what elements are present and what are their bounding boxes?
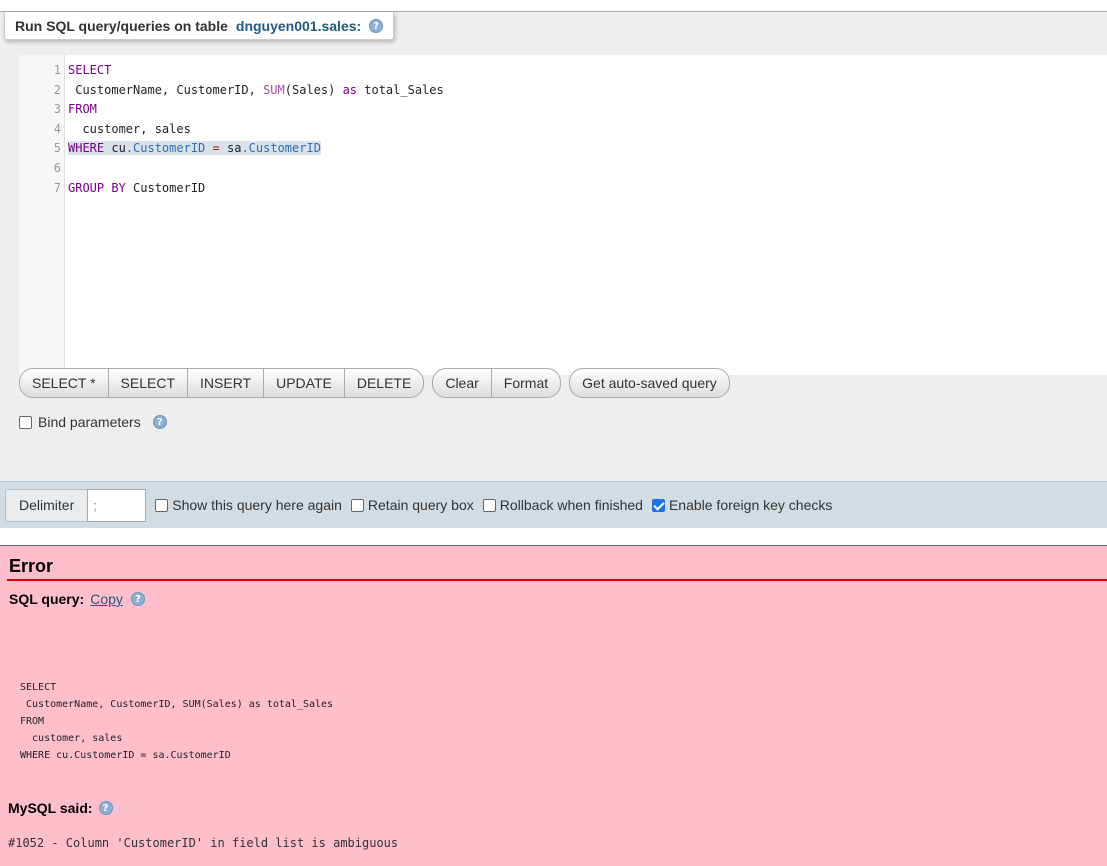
edit-button-group: Clear Format bbox=[432, 368, 562, 398]
sql-editor[interactable]: 1 2 3 4 5 6 7 SELECT CustomerName, CustomerID,… bbox=[19, 55, 1107, 375]
copy-link[interactable]: Copy bbox=[90, 591, 123, 607]
help-icon[interactable]: ? bbox=[130, 592, 145, 606]
legend-title: Run SQL query/queries on table bbox=[15, 17, 228, 34]
line-number: 5 bbox=[53, 141, 61, 156]
error-message: #1052 - Column 'CustomerID' in field lis… bbox=[8, 836, 399, 850]
code-token: WHERE bbox=[68, 141, 105, 156]
insert-button[interactable]: INSERT bbox=[188, 369, 265, 397]
foreign-key-checks-option[interactable]: Enable foreign key checks bbox=[651, 497, 833, 513]
line-number: 2 bbox=[53, 82, 61, 97]
foreign-key-checks-checkbox[interactable] bbox=[651, 498, 665, 512]
help-icon[interactable]: ? bbox=[98, 801, 113, 815]
retain-query-box-option[interactable]: Retain query box bbox=[350, 497, 474, 513]
code-token: sa bbox=[219, 141, 242, 156]
code-token: .CustomerID bbox=[241, 141, 321, 156]
line-number: 1 bbox=[53, 63, 61, 77]
query-options-bar: Delimiter Show this query here again Ret… bbox=[0, 481, 1107, 528]
select-star-button[interactable]: SELECT * bbox=[20, 369, 109, 397]
line-number: 4 bbox=[53, 121, 61, 136]
code-token: cu bbox=[104, 141, 126, 156]
code-line[interactable]: CustomerName, CustomerID, SUM(Sales) as … bbox=[68, 83, 444, 97]
delimiter-input[interactable] bbox=[87, 488, 147, 522]
retain-query-box-label: Retain query box bbox=[367, 497, 474, 513]
code-token: SELECT bbox=[68, 63, 112, 77]
rollback-option[interactable]: Rollback when finished bbox=[482, 497, 643, 513]
query-button-row: SELECT * SELECT INSERT UPDATE DELETE Cle… bbox=[19, 368, 730, 398]
panel-legend: Run SQL query/queries on table dnguyen00… bbox=[4, 12, 395, 40]
template-button-group: SELECT * SELECT INSERT UPDATE DELETE bbox=[19, 368, 425, 398]
sql-query-label: SQL query: bbox=[9, 591, 85, 607]
code-token bbox=[205, 141, 213, 156]
get-autosaved-query-button[interactable]: Get auto-saved query bbox=[570, 369, 729, 397]
code-token: = bbox=[212, 141, 220, 156]
show-query-again-option[interactable]: Show this query here again bbox=[155, 497, 342, 513]
code-token: as bbox=[342, 82, 358, 97]
code-line[interactable]: WHERE cu.CustomerID = sa.CustomerID bbox=[68, 141, 321, 156]
code-token: FROM bbox=[68, 102, 97, 117]
code-token: GROUP BY bbox=[68, 180, 126, 195]
code-token: (Sales) bbox=[284, 82, 343, 97]
code-line[interactable]: FROM bbox=[68, 102, 97, 116]
clear-button[interactable]: Clear bbox=[433, 369, 492, 397]
code-token: SUM bbox=[263, 82, 285, 97]
code-line[interactable]: GROUP BY CustomerID bbox=[68, 181, 205, 195]
update-button[interactable]: UPDATE bbox=[264, 369, 345, 397]
line-number-gutter: 1 2 3 4 5 6 7 bbox=[19, 55, 65, 375]
bind-parameters-row: Bind parameters ? bbox=[19, 414, 167, 430]
mysql-said-label: MySQL said: bbox=[8, 800, 93, 816]
rollback-label: Rollback when finished bbox=[499, 497, 643, 513]
help-icon[interactable]: ? bbox=[369, 18, 384, 33]
table-name-link[interactable]: dnguyen001.sales: bbox=[236, 18, 361, 34]
retain-query-box-checkbox[interactable] bbox=[350, 498, 364, 512]
delimiter-label: Delimiter bbox=[5, 488, 88, 522]
error-divider bbox=[7, 579, 1107, 581]
format-button[interactable]: Format bbox=[492, 369, 560, 397]
failed-query-text: SELECT CustomerName, CustomerID, SUM(Sal… bbox=[20, 682, 334, 761]
code-line[interactable]: customer, sales bbox=[68, 121, 191, 136]
delete-button[interactable]: DELETE bbox=[345, 369, 423, 397]
mysql-said-row: MySQL said: ? bbox=[8, 800, 113, 816]
error-panel: Error SQL query: Copy ? SELECT CustomerN… bbox=[0, 545, 1107, 866]
error-title: Error bbox=[9, 556, 54, 576]
sql-query-row: SQL query: Copy ? bbox=[9, 591, 145, 607]
code-token: .CustomerID bbox=[125, 141, 206, 156]
autosave-button-group: Get auto-saved query bbox=[569, 368, 730, 398]
show-query-again-label: Show this query here again bbox=[172, 497, 342, 513]
code-token: customer, sales bbox=[68, 121, 191, 136]
help-icon[interactable]: ? bbox=[152, 415, 167, 429]
code-token: total_Sales bbox=[357, 82, 444, 97]
code-token: CustomerName, CustomerID, bbox=[68, 82, 264, 97]
line-number: 7 bbox=[53, 180, 61, 195]
bind-parameters-checkbox[interactable] bbox=[19, 415, 32, 429]
sql-query-panel: Run SQL query/queries on table dnguyen00… bbox=[0, 11, 1107, 481]
bind-parameters-label: Bind parameters bbox=[38, 414, 141, 430]
rollback-checkbox[interactable] bbox=[482, 498, 496, 512]
foreign-key-checks-label: Enable foreign key checks bbox=[668, 497, 833, 513]
line-number: 6 bbox=[53, 161, 61, 175]
line-number: 3 bbox=[53, 102, 61, 117]
show-query-again-checkbox[interactable] bbox=[155, 498, 169, 512]
select-button[interactable]: SELECT bbox=[109, 369, 189, 397]
code-token: CustomerID bbox=[125, 180, 206, 195]
code-line[interactable]: SELECT bbox=[68, 63, 111, 77]
